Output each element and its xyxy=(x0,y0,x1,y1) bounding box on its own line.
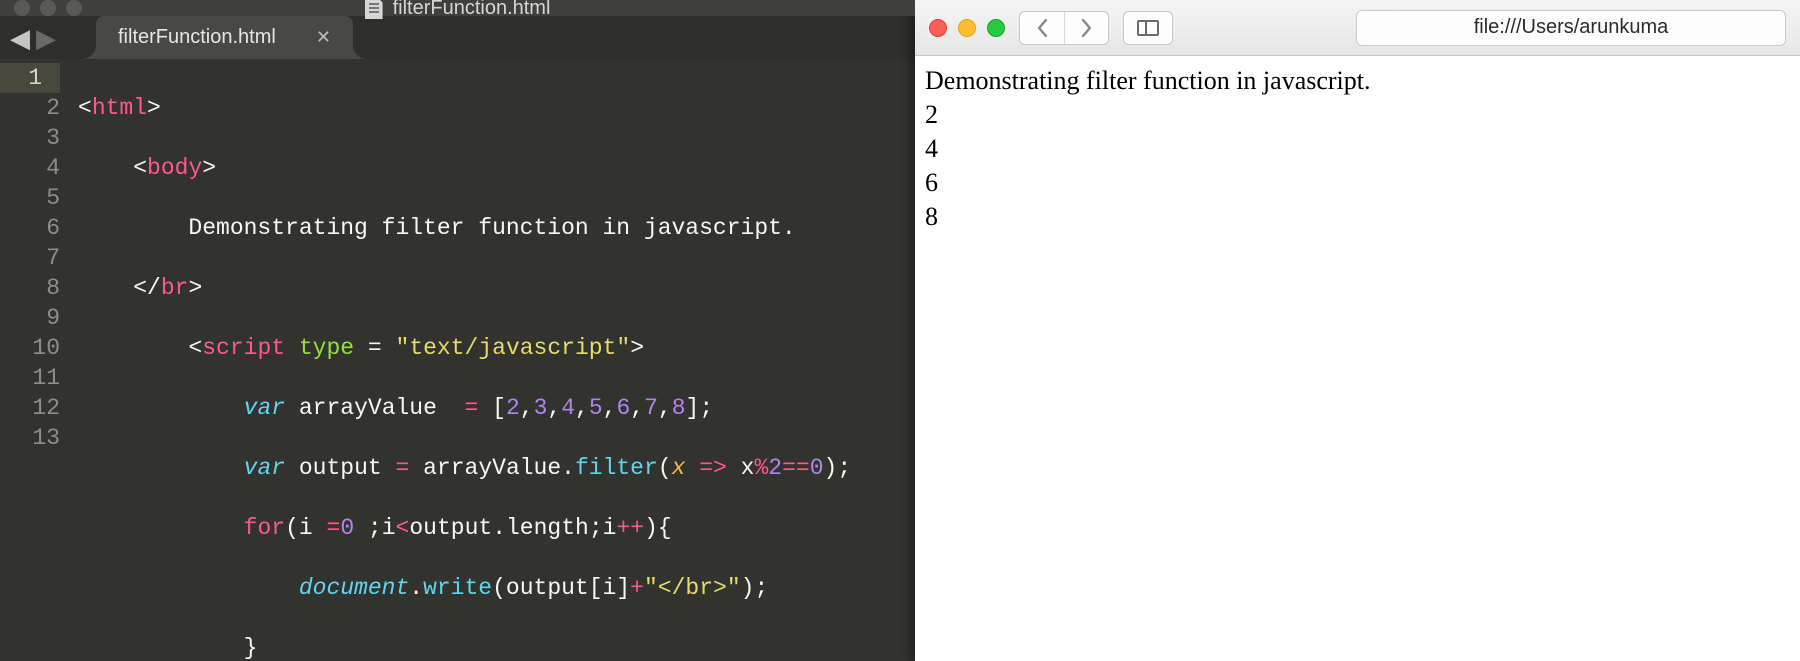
line-number[interactable]: 9 xyxy=(0,303,60,333)
line-number-gutter: 1 2 3 4 5 6 7 8 9 10 11 12 13 xyxy=(0,63,78,661)
code-line: var output = arrayValue.filter(x => x%2=… xyxy=(78,453,915,483)
line-number[interactable]: 8 xyxy=(0,273,60,303)
history-back-icon[interactable]: ◀ xyxy=(10,25,30,51)
editor-titlebar[interactable]: filterFunction.html xyxy=(0,0,915,16)
code-line: <html> xyxy=(78,93,915,123)
code-line: </br> xyxy=(78,273,915,303)
browser-url-bar[interactable]: file:///Users/arunkuma xyxy=(1356,10,1786,46)
editor-minimize-dot[interactable] xyxy=(40,0,56,16)
editor-tab[interactable]: filterFunction.html ✕ xyxy=(96,16,353,59)
browser-sidebar-button[interactable] xyxy=(1123,11,1173,45)
chevron-left-icon xyxy=(1036,19,1049,37)
output-line: 8 xyxy=(925,200,1790,234)
line-number[interactable]: 7 xyxy=(0,243,60,273)
editor-tab-row: ◀ ▶ filterFunction.html ✕ xyxy=(0,16,915,59)
output-line: 6 xyxy=(925,166,1790,200)
browser-forward-button[interactable] xyxy=(1064,12,1108,44)
browser-zoom-dot[interactable] xyxy=(987,19,1005,37)
line-number[interactable]: 12 xyxy=(0,393,60,423)
browser-back-button[interactable] xyxy=(1020,12,1064,44)
browser-url-text: file:///Users/arunkuma xyxy=(1474,16,1669,39)
editor-traffic-lights xyxy=(14,0,82,16)
output-line: 2 xyxy=(925,98,1790,132)
workspace: filterFunction.html ◀ ▶ filterFunction.h… xyxy=(0,0,1800,661)
code-line: var arrayValue = [2,3,4,5,6,7,8]; xyxy=(78,393,915,423)
browser-nav-buttons xyxy=(1019,11,1109,45)
code-line: for(i =0 ;i<output.length;i++){ xyxy=(78,513,915,543)
sidebar-icon xyxy=(1137,20,1159,36)
browser-window: file:///Users/arunkuma Demonstrating fil… xyxy=(915,0,1800,661)
code-line: document.write(output[i]+"</br>"); xyxy=(78,573,915,603)
line-number[interactable]: 3 xyxy=(0,123,60,153)
chevron-right-icon xyxy=(1080,19,1093,37)
editor-close-dot[interactable] xyxy=(14,0,30,16)
history-forward-icon[interactable]: ▶ xyxy=(36,25,56,51)
line-number[interactable]: 11 xyxy=(0,363,60,393)
line-number[interactable]: 2 xyxy=(0,93,60,123)
code-area[interactable]: <html> <body> Demonstrating filter funct… xyxy=(78,63,915,661)
browser-close-dot[interactable] xyxy=(929,19,947,37)
close-icon[interactable]: ✕ xyxy=(316,27,331,48)
line-number[interactable]: 10 xyxy=(0,333,60,363)
browser-toolbar: file:///Users/arunkuma xyxy=(915,0,1800,56)
code-line: Demonstrating filter function in javascr… xyxy=(78,213,915,243)
browser-minimize-dot[interactable] xyxy=(958,19,976,37)
code-line: } xyxy=(78,633,915,661)
editor-body: 1 2 3 4 5 6 7 8 9 10 11 12 13 <html> <bo… xyxy=(0,59,915,661)
line-number[interactable]: 13 xyxy=(0,423,60,453)
code-line: <body> xyxy=(78,153,915,183)
editor-window: filterFunction.html ◀ ▶ filterFunction.h… xyxy=(0,0,915,661)
line-number[interactable]: 6 xyxy=(0,213,60,243)
browser-viewport: Demonstrating filter function in javascr… xyxy=(915,56,1800,661)
line-number[interactable]: 5 xyxy=(0,183,60,213)
editor-tab-label: filterFunction.html xyxy=(118,26,276,49)
output-line: 4 xyxy=(925,132,1790,166)
editor-nav-arrows: ◀ ▶ xyxy=(10,25,56,51)
line-number[interactable]: 4 xyxy=(0,153,60,183)
editor-zoom-dot[interactable] xyxy=(66,0,82,16)
output-heading: Demonstrating filter function in javascr… xyxy=(925,64,1790,98)
browser-traffic-lights xyxy=(929,19,1005,37)
line-number[interactable]: 1 xyxy=(0,63,60,93)
code-line: <script type = "text/javascript"> xyxy=(78,333,915,363)
